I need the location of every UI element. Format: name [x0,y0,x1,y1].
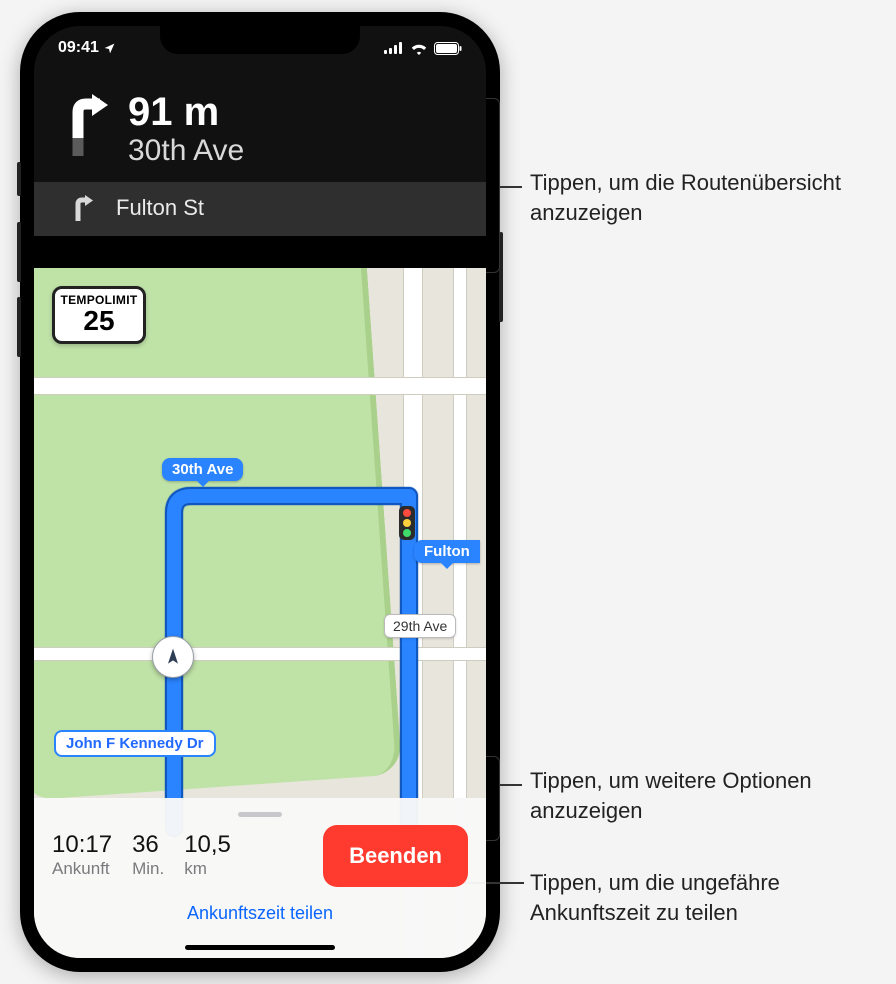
drag-handle[interactable] [238,812,282,817]
cellular-icon [384,42,404,54]
callout-share: Tippen, um die ungefähre Ankunftszeit zu… [530,868,880,927]
wifi-icon [410,42,428,55]
speed-limit-value: 25 [57,307,141,335]
end-button[interactable]: Beenden [323,825,468,887]
location-icon [103,42,116,55]
speed-limit-sign: TEMPOLIMIT 25 [52,286,146,344]
distance-stat: 10,5 km [184,833,231,879]
turn-right-icon [70,194,94,222]
turn-right-icon [62,92,110,158]
route-street-label: Fulton [414,540,480,563]
current-road-label: John F Kennedy Dr [54,730,216,757]
duration-stat: 36 Min. [132,833,164,879]
arrival-value: 10:17 [52,833,112,857]
nav-next-street: Fulton St [116,195,204,221]
callout-options: Tippen, um weitere Optionen anzuzeigen [530,766,860,825]
route-info-card[interactable]: 10:17 Ankunft 36 Min. 10,5 km Beenden An… [34,798,486,958]
battery-icon [434,42,462,55]
volume-down-button [17,297,21,357]
notch [160,26,360,54]
duration-value: 36 [132,833,164,857]
nav-next-step[interactable]: Fulton St [34,182,486,236]
user-location-icon [152,636,194,678]
distance-label: km [184,859,231,879]
status-time: 09:41 [58,39,99,57]
duration-label: Min. [132,859,164,879]
arrival-label: Ankunft [52,859,112,879]
mute-switch [17,162,21,196]
traffic-light-icon [399,506,415,540]
home-indicator[interactable] [185,945,335,950]
street-label: 29th Ave [384,614,456,638]
nav-distance: 91 m [128,92,244,132]
callout-overview: Tippen, um die Routenübersicht anzuzeige… [530,168,850,227]
share-eta-link[interactable]: Ankunftszeit teilen [52,903,468,924]
volume-up-button [17,222,21,282]
distance-value: 10,5 [184,833,231,857]
screen: 09:41 [34,26,486,958]
route-street-label: 30th Ave [162,458,243,481]
phone-frame: 09:41 [20,12,500,972]
nav-street: 30th Ave [128,134,244,168]
arrival-stat: 10:17 Ankunft [52,833,112,879]
